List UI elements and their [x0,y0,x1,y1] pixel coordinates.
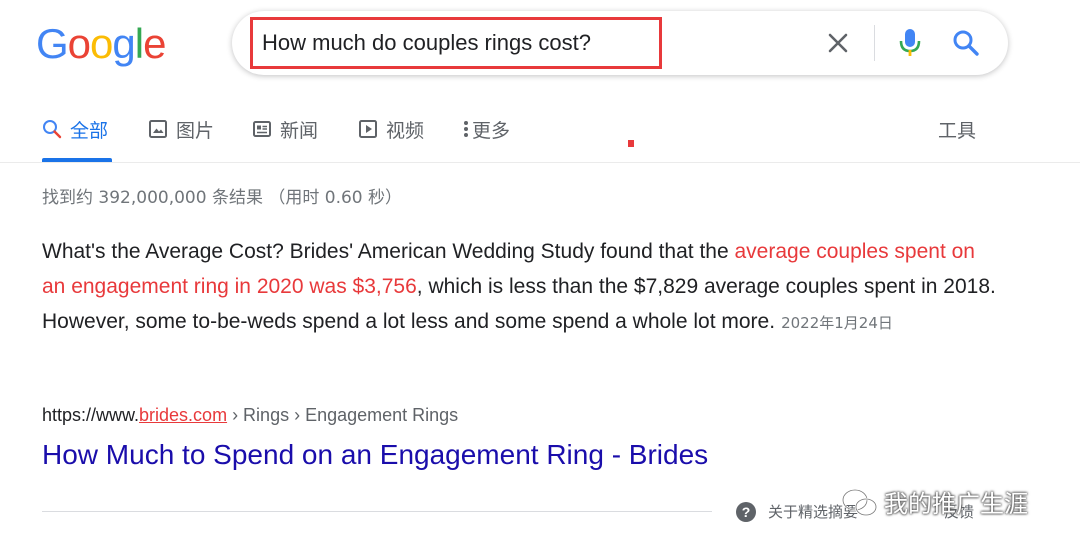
search-icon [43,120,62,139]
logo-letter: o [67,20,91,67]
tab-all[interactable]: 全部 [42,116,108,160]
url-breadcrumb: › Rings › Engagement Rings [227,405,459,425]
url-prefix: https://www. [42,405,140,425]
tab-news[interactable]: 新闻 [252,116,318,160]
url-domain-link[interactable]: brides.com [139,405,227,425]
more-vert-icon [464,121,468,137]
result-stats: 找到约 392,000,000 条结果 （用时 0.60 秒） [42,188,403,208]
tab-label: 工具 [938,120,977,142]
result-divider [42,511,712,512]
tab-label: 更多 [472,120,511,142]
help-icon[interactable]: ? [736,502,756,522]
logo-letter: G [36,20,69,67]
snippet-text-before: What's the Average Cost? Brides' America… [42,240,735,263]
logo-letter: e [143,20,166,67]
tab-images[interactable]: 图片 [148,116,214,160]
result-title-link[interactable]: How Much to Spend on an Engagement Ring … [42,439,708,471]
tab-label: 全部 [70,120,109,142]
search-icon[interactable] [948,25,984,61]
microphone-icon[interactable] [892,25,928,61]
search-box[interactable]: How much do couples rings cost? [232,11,1008,75]
tab-videos[interactable]: 视频 [358,116,424,160]
tabs-divider [0,162,1080,163]
search-input[interactable]: How much do couples rings cost? [262,30,591,56]
logo-letter: l [134,20,144,67]
search-box-divider [874,25,875,61]
watermark-text: 我的推广生涯 [884,490,1028,518]
google-logo[interactable]: Google [36,18,166,70]
close-icon[interactable] [820,25,856,61]
tab-label: 新闻 [280,120,319,142]
red-marker [628,140,634,147]
tab-label: 视频 [386,120,425,142]
play-icon [359,120,377,138]
image-icon [149,120,167,138]
tab-more[interactable]: 更多 [462,116,510,160]
featured-snippet: What's the Average Cost? Brides' America… [42,234,1002,341]
tab-tools[interactable]: 工具 [938,116,976,160]
logo-letter: o [90,20,113,67]
tab-label: 图片 [176,120,215,142]
snippet-date: 2022年1月24日 [781,314,893,332]
wechat-watermark-icon [841,488,878,517]
result-url: https://www.brides.com › Rings › Engagem… [42,405,458,426]
logo-letter: g [112,20,135,67]
news-icon [253,121,271,137]
